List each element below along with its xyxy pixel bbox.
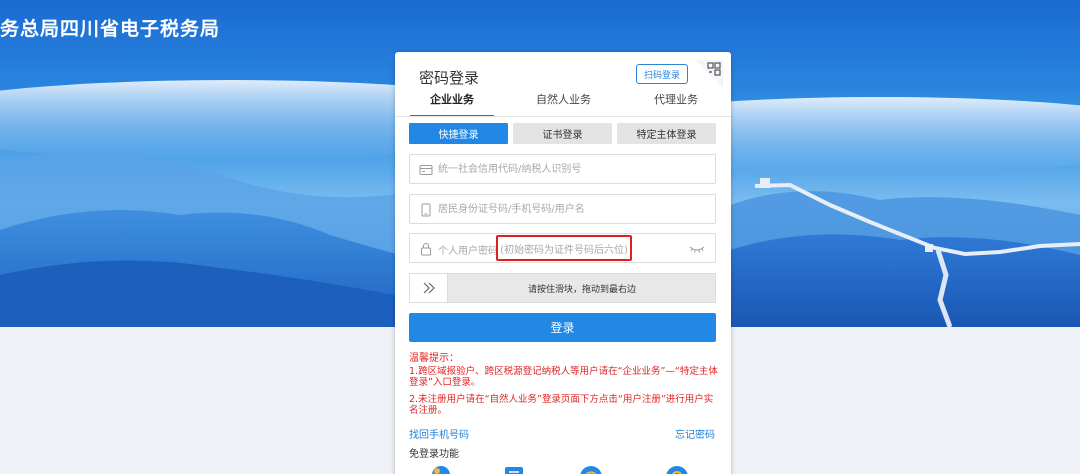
card-title: 密码登录 [419, 69, 480, 87]
tab-enterprise[interactable]: 企业业务 [430, 91, 474, 107]
phone-icon [421, 203, 431, 217]
broadcast-icon[interactable] [665, 461, 689, 474]
business-tabs: 企业业务 自然人业务 代理业务 [395, 91, 731, 117]
guide-icon[interactable] [431, 461, 455, 474]
qr-login-button[interactable]: 扫码登录 [636, 64, 688, 84]
recover-phone-link[interactable]: 找回手机号码 [409, 426, 469, 441]
credit-code-input[interactable] [438, 159, 678, 179]
password-hint: (初始密码为证件号码后六位) [496, 235, 632, 261]
qr-code-icon[interactable] [695, 60, 723, 88]
tab-agent[interactable]: 代理业务 [654, 91, 698, 107]
slide-captcha: 请按住滑块，拖动到最右边 [409, 273, 716, 303]
signal-icon[interactable] [579, 461, 603, 474]
tips-title: 温馨提示： [409, 353, 459, 364]
login-card: 密码登录 扫码登录 企业业务 自然人业务 代理业务 快捷登录 证书登录 特定主体… [395, 52, 731, 474]
quick-login-button[interactable]: 快捷登录 [409, 123, 508, 144]
login-button[interactable]: 登录 [409, 313, 716, 342]
free-login-label: 免登录功能 [409, 449, 459, 460]
tab-individual[interactable]: 自然人业务 [536, 91, 591, 107]
lock-icon [421, 243, 431, 256]
password-label: 个人用户密码 [438, 246, 498, 257]
slider-handle[interactable] [410, 274, 448, 302]
eye-closed-icon[interactable] [689, 243, 705, 255]
site-title: 务总局四川省电子税务局 [0, 18, 221, 40]
forgot-password-link[interactable]: 忘记密码 [675, 426, 715, 441]
double-chevron-right-icon [423, 282, 435, 294]
certificate-login-button[interactable]: 证书登录 [513, 123, 612, 144]
id-card-icon [419, 165, 433, 175]
specific-entity-login-button[interactable]: 特定主体登录 [617, 123, 716, 144]
password-field[interactable]: 个人用户密码 (初始密码为证件号码后六位) [409, 233, 716, 263]
tabs-divider [395, 116, 731, 117]
tip-item: 2.未注册用户请在“自然人业务”登录页面下方点击“用户注册”进行用户实名注册。 [409, 394, 714, 416]
tip-item: 1.跨区域报验户、跨区税源登记纳税人等用户请在“企业业务”—“特定主体登录”入口… [409, 366, 718, 388]
message-icon[interactable] [503, 461, 527, 474]
user-id-input[interactable] [438, 199, 678, 219]
slider-instruction: 请按住滑块，拖动到最右边 [527, 284, 636, 295]
user-id-field [409, 194, 716, 224]
credit-code-field [409, 154, 716, 184]
